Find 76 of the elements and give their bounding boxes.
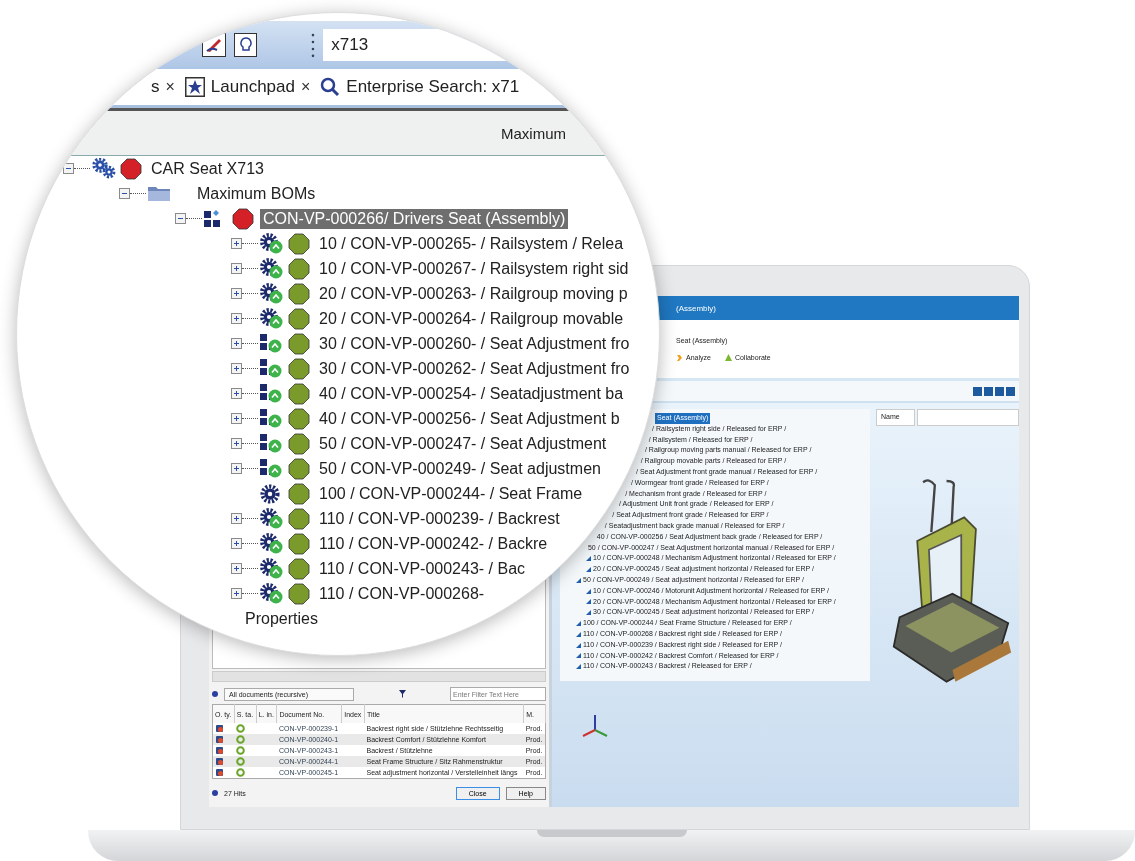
tree-item[interactable]: CAR Seat X713	[148, 158, 267, 179]
filter-icon	[398, 690, 406, 698]
expand-icon[interactable]	[231, 413, 242, 424]
tree-item[interactable]: 110 / CON-VP-000242- / Backre	[316, 533, 551, 554]
expand-icon[interactable]	[231, 463, 242, 474]
star-icon	[184, 77, 205, 97]
tree-item[interactable]: Maximum BOMs	[194, 183, 319, 204]
expand-icon[interactable]	[231, 588, 242, 599]
collapse-icon[interactable]	[119, 188, 130, 199]
expand-icon[interactable]	[231, 238, 242, 249]
blocks-icon	[260, 384, 282, 403]
expand-icon[interactable]	[231, 438, 242, 449]
gear-icon	[260, 483, 280, 504]
gear-icon	[260, 258, 283, 279]
expand-icon[interactable]	[231, 288, 242, 299]
tree-item[interactable]: CON-VP-000266/ Drivers Seat (Assembly)	[260, 208, 569, 229]
expand-icon[interactable]	[231, 538, 242, 549]
tree-item[interactable]: 10 / CON-VP-000265- / Railsystem / Relea	[316, 233, 627, 254]
tree-item[interactable]: 100 / CON-VP-000244- / Seat Frame	[316, 483, 586, 504]
gear-icon	[260, 233, 283, 254]
document-type-icon	[215, 724, 224, 733]
tab[interactable]: Enterprise Search: x71	[320, 77, 520, 97]
tree-item[interactable]: 50 / CON-VP-000247- / Seat Adjustment	[316, 433, 610, 454]
expand-icon[interactable]	[231, 338, 242, 349]
gear-icon	[260, 308, 283, 329]
tab[interactable]: s ×	[151, 77, 175, 97]
blocks-icon	[260, 434, 282, 453]
tree-item[interactable]: 30 / CON-VP-000260- / Seat Adjustment fro	[316, 333, 633, 354]
document-type-icon	[215, 768, 224, 777]
expand-icon[interactable]	[231, 363, 242, 374]
tree-item[interactable]: 110 / CON-VP-000268-	[316, 583, 488, 604]
blocks-icon	[260, 359, 282, 378]
window-title: (Assembly)	[676, 303, 716, 313]
blocks-icon	[260, 334, 282, 353]
tree-item[interactable]: 20 / CON-VP-000264- / Railgroup movable	[316, 308, 627, 329]
blocks-icon	[260, 459, 282, 478]
dot-icon	[212, 691, 218, 697]
document-type-icon	[215, 746, 224, 755]
search-field[interactable]	[916, 409, 1019, 426]
tree-item[interactable]: 40 / CON-VP-000254- / Seatadjustment ba	[316, 383, 627, 404]
gear-icon	[260, 283, 283, 304]
tab[interactable]: Launchpad ×	[184, 77, 311, 97]
collapse-icon[interactable]	[63, 163, 74, 174]
gears-icon	[92, 158, 116, 179]
expand-icon[interactable]	[231, 513, 242, 524]
expand-icon[interactable]	[231, 313, 242, 324]
gear-icon	[260, 508, 283, 529]
collapse-icon[interactable]	[175, 213, 186, 224]
scrollbar[interactable]	[212, 671, 546, 682]
tree-item[interactable]: 110 / CON-VP-000239- / Backrest	[316, 508, 563, 529]
tree-item[interactable]: 40 / CON-VP-000256- / Seat Adjustment b	[316, 408, 623, 429]
gear-icon	[260, 533, 283, 554]
search-icon	[320, 77, 341, 97]
triangle-icon	[724, 354, 732, 361]
expand-icon[interactable]	[231, 388, 242, 399]
expand-icon[interactable]	[231, 263, 242, 274]
blocks-icon	[204, 210, 220, 227]
tree-item[interactable]: 20 / CON-VP-000263- / Railgroup moving p	[316, 283, 631, 304]
gear-icon	[260, 583, 283, 604]
analyze-icon	[676, 354, 683, 361]
tree-item[interactable]: 30 / CON-VP-000262- / Seat Adjustment fro	[316, 358, 633, 379]
folder-icon	[148, 186, 170, 201]
tree-item[interactable]: 110 / CON-VP-000243- / Bac	[316, 558, 529, 579]
expand-icon[interactable]	[231, 563, 242, 574]
column-header[interactable]: Maximum	[501, 124, 566, 142]
document-type-icon	[215, 757, 224, 766]
tree-item[interactable]: 50 / CON-VP-000249- / Seat adjustmen	[316, 458, 604, 479]
lightbulb-icon[interactable]	[233, 33, 258, 57]
document-type-icon	[215, 735, 224, 744]
dot-icon	[212, 790, 218, 796]
pen-icon[interactable]	[202, 33, 226, 57]
blocks-icon	[260, 409, 282, 428]
tree-item[interactable]: 10 / CON-VP-000267- / Railsystem right sid	[316, 258, 632, 279]
section-label: Properties	[245, 610, 318, 628]
grip-icon	[311, 32, 316, 58]
gear-icon	[260, 558, 283, 579]
